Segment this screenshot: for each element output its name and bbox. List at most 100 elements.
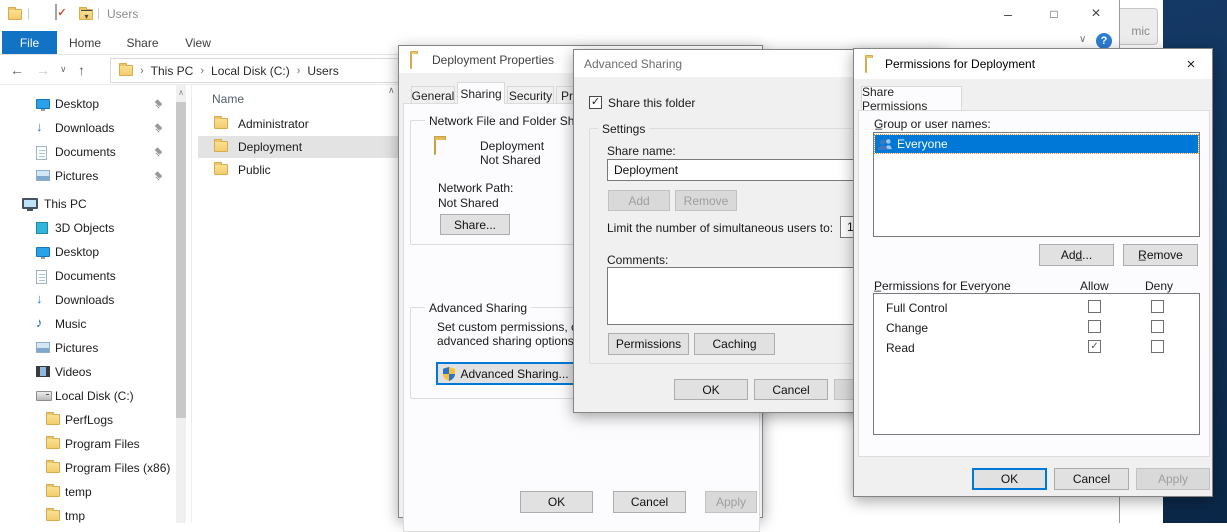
sidebar-item-perflogs[interactable]: PerfLogs (0, 408, 174, 432)
sidebar-item-program-files-x86[interactable]: Program Files (x86) (0, 456, 174, 480)
sidebar-item-tmp[interactable]: tmp (0, 504, 174, 528)
sidebar-item-temp[interactable]: temp (0, 480, 174, 504)
sidebar-item-music[interactable]: ♪ Music (0, 312, 174, 336)
sidebar-item-downloads-pinned[interactable]: ↓ Downloads (0, 116, 174, 140)
file-row-deployment[interactable]: Deployment (198, 136, 398, 158)
change-allow-checkbox[interactable] (1088, 320, 1101, 333)
document-icon (36, 146, 47, 160)
permissions-button[interactable]: Permissions (608, 333, 689, 355)
sort-ascending-icon[interactable]: ∧ (388, 85, 395, 96)
sidebar-scrollbar-thumb[interactable] (176, 102, 186, 418)
tab-security[interactable]: Security (507, 86, 554, 104)
file-row-administrator[interactable]: Administrator (198, 113, 398, 135)
sidebar-item-local-disk-c[interactable]: Local Disk (C:) (0, 384, 174, 408)
check-icon: ✓ (57, 6, 66, 19)
comments-label: Comments: (607, 253, 668, 267)
full-control-deny-checkbox[interactable] (1151, 300, 1164, 313)
limit-users-label: Limit the number of simultaneous users t… (607, 221, 833, 235)
apply-button[interactable]: Apply (1136, 468, 1210, 490)
sidebar-item-program-files[interactable]: Program Files (0, 432, 174, 456)
crumb-separator: › (200, 65, 204, 77)
sidebar-item-this-pc[interactable]: This PC (0, 192, 174, 216)
sidebar-item-pictures[interactable]: Pictures (0, 336, 174, 360)
folder-icon (214, 164, 228, 175)
pane-divider (191, 85, 192, 523)
uac-shield-icon (443, 367, 455, 381)
folder-icon (46, 510, 60, 521)
full-control-allow-checkbox[interactable] (1088, 300, 1101, 313)
group-list[interactable]: Everyone (873, 132, 1200, 237)
dialog-title: Permissions for Deployment (885, 57, 1035, 71)
ok-button[interactable]: OK (972, 468, 1047, 490)
change-deny-checkbox[interactable] (1151, 320, 1164, 333)
close-button[interactable]: × (1176, 53, 1206, 75)
sidebar-item-desktop-pinned[interactable]: Desktop (0, 92, 174, 116)
music-icon: ♪ (36, 316, 43, 329)
cancel-button[interactable]: Cancel (1054, 468, 1129, 490)
cube-icon (36, 222, 48, 234)
tab-sharing[interactable]: Sharing (457, 82, 505, 104)
shared-item-name: Deployment (480, 139, 544, 153)
permissions-table: Full Control Change Read ✓ (873, 293, 1200, 435)
tab-view[interactable]: View (173, 31, 223, 54)
group-item-everyone[interactable]: Everyone (875, 135, 1198, 153)
folder-icon (46, 438, 60, 449)
collapse-ribbon-icon[interactable]: ∨ (1079, 34, 1086, 45)
folder-icon (46, 462, 60, 473)
ok-button[interactable]: OK (674, 379, 748, 400)
permissions-titlebar: Permissions for Deployment × (854, 49, 1212, 79)
column-header-name[interactable]: Name (212, 92, 244, 106)
check-icon: ✓ (591, 96, 600, 108)
advanced-description: advanced sharing options. (437, 334, 577, 348)
sidebar-item-downloads[interactable]: ↓ Downloads (0, 288, 174, 312)
add-button[interactable]: Add̲... (1039, 244, 1114, 266)
deny-column-header: Deny (1145, 279, 1173, 293)
folder-icon (214, 118, 228, 129)
read-allow-checkbox[interactable]: ✓ (1088, 340, 1101, 353)
sidebar-item-videos[interactable]: Videos (0, 360, 174, 384)
apply-button[interactable]: Apply (705, 491, 757, 513)
tab-share[interactable]: Share (115, 31, 170, 54)
sidebar-item-documents[interactable]: Documents (0, 264, 174, 288)
up-icon[interactable]: ↑ (78, 62, 85, 78)
qat-properties-icon[interactable]: ✓ (55, 4, 57, 20)
minimize-button[interactable]: – (990, 0, 1026, 28)
remove-button[interactable]: R̲emove (1123, 244, 1198, 266)
folder-icon (214, 141, 228, 152)
permissions-dialog: Permissions for Deployment × Share Permi… (853, 48, 1213, 497)
ok-button[interactable]: OK (520, 491, 593, 513)
help-button[interactable]: ? (1096, 33, 1112, 49)
read-deny-checkbox[interactable] (1151, 340, 1164, 353)
sidebar-item-documents-pinned[interactable]: Documents (0, 140, 174, 164)
cancel-button[interactable]: Cancel (754, 379, 828, 400)
tab-general[interactable]: General (411, 86, 455, 104)
crumb-separator: › (297, 65, 301, 77)
add-share-button[interactable]: Add (608, 190, 670, 211)
history-dropdown-icon[interactable]: ∨ (60, 64, 67, 75)
breadcrumb-users[interactable]: Users (307, 64, 338, 78)
group-label: Settings (598, 122, 649, 136)
qat-customize-icon[interactable]: ▾ (81, 10, 92, 21)
sidebar-item-desktop[interactable]: Desktop (0, 240, 174, 264)
breadcrumb-this-pc[interactable]: This PC (151, 64, 194, 78)
advanced-sharing-button[interactable]: Advanced Sharing... (436, 362, 576, 385)
caching-button[interactable]: Caching (694, 333, 775, 355)
share-this-folder-checkbox[interactable]: ✓ (589, 96, 602, 109)
share-button[interactable]: Share... (440, 214, 510, 235)
forward-icon[interactable]: → (36, 62, 50, 78)
remove-share-button[interactable]: Remove (675, 190, 737, 211)
close-button[interactable]: × (1078, 0, 1114, 28)
file-row-public[interactable]: Public (198, 159, 398, 181)
sidebar-item-pictures-pinned[interactable]: Pictures (0, 164, 174, 188)
cancel-button[interactable]: Cancel (613, 491, 686, 513)
folder-icon (46, 486, 60, 497)
back-icon[interactable]: ← (10, 62, 24, 78)
scroll-up-icon[interactable]: ∧ (176, 86, 186, 100)
permission-change-label: Change (886, 321, 928, 335)
breadcrumb-local-disk[interactable]: Local Disk (C:) (211, 64, 290, 78)
tab-share-permissions[interactable]: Share Permissions (861, 86, 962, 110)
tab-home[interactable]: Home (60, 31, 110, 54)
tab-file[interactable]: File (2, 31, 57, 54)
maximize-button[interactable]: □ (1036, 0, 1072, 28)
sidebar-item-3d-objects[interactable]: 3D Objects (0, 216, 174, 240)
